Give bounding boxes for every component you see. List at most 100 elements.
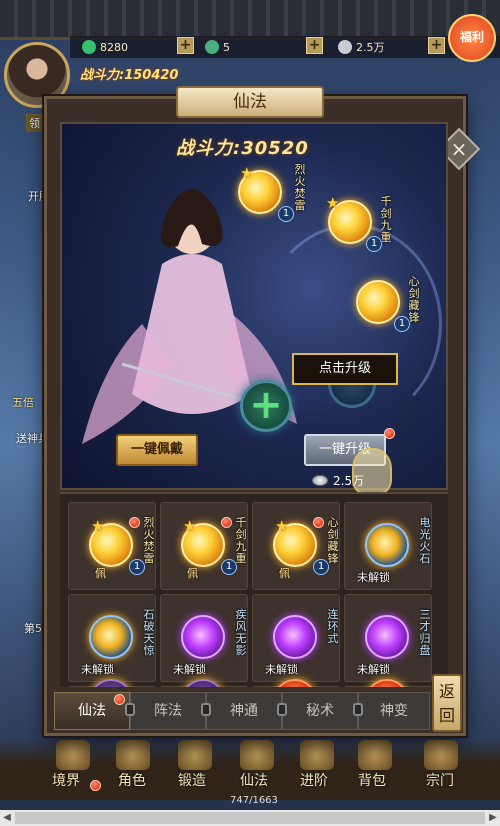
tab-label: 神通 bbox=[230, 703, 258, 719]
locked-tag: 未解锁 bbox=[357, 663, 390, 676]
skill-orb bbox=[365, 615, 409, 659]
skill-orb bbox=[273, 615, 317, 659]
tab-label: 仙法 bbox=[78, 703, 106, 719]
tab-transformation[interactable]: 神变 bbox=[353, 692, 430, 730]
immortal-art-icon bbox=[240, 740, 274, 770]
skill-grid: ★ 佩 1 烈火焚雷 ★ 佩 1 千剑九重 ★ 佩 1 心剑藏锋 未解锁 电光火… bbox=[60, 492, 448, 687]
roof-decoration bbox=[0, 0, 500, 40]
locked-tag: 未解锁 bbox=[173, 663, 206, 676]
forge-icon bbox=[178, 740, 212, 770]
star-icon: ★ bbox=[326, 194, 340, 212]
category-tabs: 仙法 阵法 神通 秘术 神变 bbox=[54, 692, 430, 730]
lock-icon bbox=[353, 703, 363, 716]
silver-icon bbox=[338, 40, 352, 54]
skill-name: 千剑九重 bbox=[235, 516, 247, 565]
tab-divine-power[interactable]: 神通 bbox=[201, 692, 282, 730]
close-icon: × bbox=[450, 137, 468, 161]
skill-orb bbox=[181, 615, 225, 659]
skill-red-dot bbox=[129, 517, 140, 528]
equip-all-button[interactable]: 一键佩戴 bbox=[116, 434, 198, 466]
welfare-label: 福利 bbox=[459, 30, 484, 44]
realm-red-dot bbox=[90, 780, 101, 791]
add-ingot-button[interactable]: + bbox=[306, 37, 323, 54]
nav-immortal-art[interactable]: 仙法 bbox=[240, 770, 268, 790]
skill-cell[interactable] bbox=[344, 679, 432, 687]
equipped-skill-2-name: 千剑九重 bbox=[380, 195, 392, 244]
nav-bag[interactable]: 背包 bbox=[358, 770, 386, 790]
player-power: 战斗力:150420 bbox=[80, 68, 179, 83]
skill-cell[interactable] bbox=[68, 679, 156, 687]
event-multiplier[interactable]: 五倍 bbox=[12, 394, 34, 410]
upgrade-tooltip: 点击升级 bbox=[292, 353, 398, 385]
add-silver-button[interactable]: + bbox=[428, 37, 445, 54]
add-skill-button[interactable]: + bbox=[240, 380, 292, 432]
locked-tag: 未解锁 bbox=[265, 663, 298, 676]
nav-sect[interactable]: 宗门 bbox=[426, 770, 454, 790]
skill-cell[interactable]: 未解锁 电光火石 bbox=[344, 502, 432, 590]
tab-label: 秘术 bbox=[306, 703, 334, 719]
star-icon: ★ bbox=[240, 164, 254, 182]
skill-name: 石破天惊 bbox=[143, 608, 155, 657]
scroll-left-icon[interactable]: ◀ bbox=[0, 810, 14, 826]
locked-tag: 未解锁 bbox=[357, 571, 390, 584]
equipped-skill-3-name: 心剑藏锋 bbox=[408, 275, 420, 324]
side-button-1[interactable]: 领 bbox=[26, 114, 43, 132]
nav-advance[interactable]: 进阶 bbox=[300, 770, 328, 790]
locked-tag: 未解锁 bbox=[81, 663, 114, 676]
tab-red-dot bbox=[114, 694, 125, 705]
star-icon: ★ bbox=[275, 517, 289, 535]
skill-cell[interactable]: 未解锁 三才归盘 bbox=[344, 594, 432, 682]
skill-cell[interactable] bbox=[160, 679, 248, 687]
jade-icon bbox=[82, 40, 96, 54]
add-jade-button[interactable]: + bbox=[177, 37, 194, 54]
skill-name: 心剑藏锋 bbox=[327, 516, 339, 565]
silver-resource: 2.5万 bbox=[338, 38, 385, 56]
scrollbar-thumb[interactable] bbox=[15, 812, 485, 824]
ingot-icon bbox=[205, 40, 219, 54]
silver-coin-icon bbox=[312, 475, 328, 486]
jade-resource: 8280 bbox=[82, 38, 128, 56]
skill-cell[interactable]: ★ 佩 1 千剑九重 bbox=[160, 502, 248, 590]
equipped-tag: 佩 bbox=[279, 567, 290, 580]
welfare-button[interactable]: 福利 bbox=[448, 14, 496, 62]
equipped-tag: 佩 bbox=[187, 567, 198, 580]
tab-secret-art[interactable]: 秘术 bbox=[277, 692, 358, 730]
skill-orb bbox=[89, 615, 133, 659]
skill-cell[interactable]: ★ 佩 1 烈火焚雷 bbox=[68, 502, 156, 590]
skill-red-dot bbox=[313, 517, 324, 528]
skill-cell[interactable] bbox=[252, 679, 340, 687]
lock-icon bbox=[125, 703, 135, 716]
star-icon: ★ bbox=[183, 517, 197, 535]
upgrade-red-dot bbox=[384, 428, 395, 439]
ingot-resource: 5 bbox=[205, 38, 230, 56]
skill-power: 战斗力:30520 bbox=[176, 138, 309, 159]
dialog-title: 仙法 bbox=[176, 86, 324, 118]
equipped-skill-3[interactable] bbox=[356, 280, 400, 324]
nav-forge[interactable]: 锻造 bbox=[178, 770, 206, 790]
realm-icon bbox=[56, 740, 90, 770]
tab-label: 阵法 bbox=[154, 703, 182, 719]
nav-character[interactable]: 角色 bbox=[118, 770, 146, 790]
back-button[interactable]: 返回 bbox=[432, 674, 462, 732]
equipped-tag: 佩 bbox=[95, 567, 106, 580]
plus-icon: + bbox=[249, 382, 283, 428]
tab-label: 神变 bbox=[380, 703, 408, 719]
nav-realm[interactable]: 境界 bbox=[52, 770, 80, 790]
scroll-right-icon[interactable]: ▶ bbox=[486, 810, 500, 826]
lock-icon bbox=[277, 703, 287, 716]
equipped-skill-1-name: 烈火焚雷 bbox=[294, 163, 306, 212]
skill-cell[interactable]: ★ 佩 1 心剑藏锋 bbox=[252, 502, 340, 590]
skill-name: 疾风无影 bbox=[235, 608, 247, 657]
jade-count: 8280 bbox=[100, 40, 128, 54]
silver-count: 2.5万 bbox=[356, 41, 385, 54]
skill-name: 三才归盘 bbox=[419, 608, 431, 657]
skill-cell[interactable]: 未解锁 石破天惊 bbox=[68, 594, 156, 682]
lock-icon bbox=[201, 703, 211, 716]
skill-red-dot bbox=[221, 517, 232, 528]
advance-icon bbox=[300, 740, 334, 770]
skill-cell[interactable]: 未解锁 疾风无影 bbox=[160, 594, 248, 682]
tab-formation[interactable]: 阵法 bbox=[125, 692, 206, 730]
skill-cell[interactable]: 未解锁 连环式 bbox=[252, 594, 340, 682]
skill-name: 连环式 bbox=[327, 608, 339, 645]
page-info: 747/1663 bbox=[230, 795, 278, 806]
